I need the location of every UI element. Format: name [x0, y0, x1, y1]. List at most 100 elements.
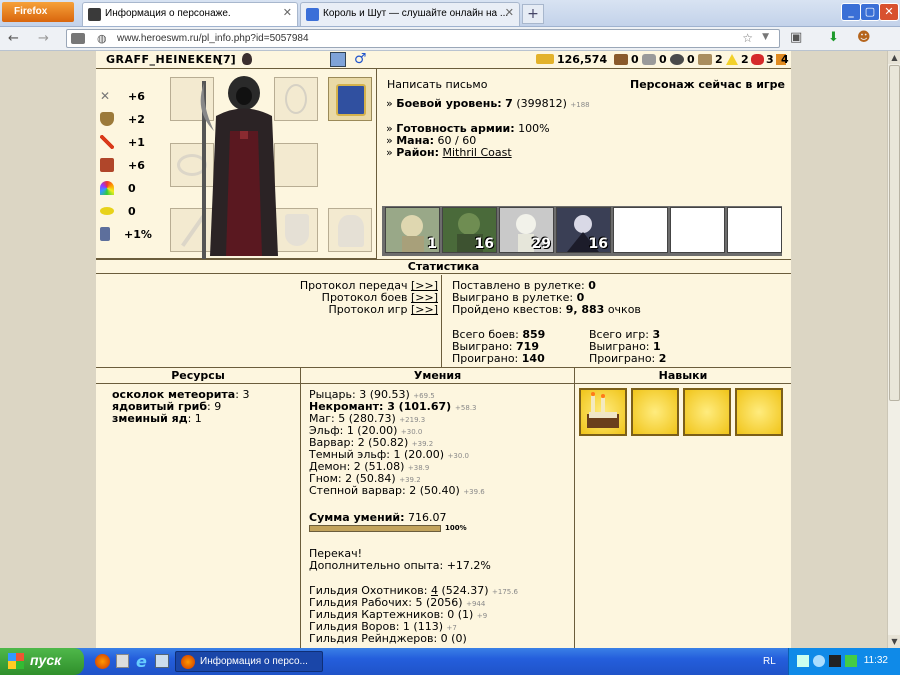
morale-stat: 0 [100, 204, 136, 222]
character-page: GRAFF_HEINEKEN [7] ♂ 126,574 0 0 0 2 2 3… [96, 51, 791, 651]
mount-slot[interactable] [328, 208, 372, 252]
wood-icon [614, 54, 628, 65]
gold-amount: 126,574 [557, 53, 608, 66]
windows-taskbar: пуск e Информация о персо... RL 11:32 [0, 648, 900, 675]
url-dropdown-icon[interactable]: ▼ [762, 32, 769, 42]
abilities-header: Навыки [575, 369, 791, 384]
character-avatar[interactable] [196, 71, 291, 261]
quests-completed: Пройдено квестов: 9, 883 очков [452, 303, 641, 316]
knowledge-icon [100, 158, 114, 172]
download-icon[interactable]: ⬇ [828, 30, 839, 45]
scroll-up-icon[interactable]: ▲ [888, 51, 900, 64]
site-favicon-icon [88, 8, 101, 21]
network-icon[interactable] [797, 655, 809, 667]
close-tab-icon[interactable]: ✕ [505, 6, 514, 19]
bookmarks-menu-icon[interactable]: ▣ [790, 30, 802, 45]
tab-character-info[interactable]: Информация о персонаже. ✕ [82, 2, 298, 26]
statistics-header: Статистика [96, 259, 791, 274]
windows-logo-icon [8, 653, 24, 669]
language-indicator[interactable]: RL [763, 656, 776, 667]
skills-sum: Сумма умений: 716.07 [309, 511, 447, 524]
site-identity-icon[interactable] [71, 33, 85, 44]
game-log-link[interactable]: [>>] [411, 303, 438, 316]
book-candle-icon [587, 392, 619, 428]
district-link[interactable]: Mithril Coast [442, 146, 511, 159]
morale-icon [100, 207, 114, 215]
scroll-thumb[interactable] [889, 65, 900, 401]
tray-app-icon[interactable] [829, 655, 841, 667]
battles-lost: Проиграно: 140 [452, 352, 545, 365]
knowledge-stat: +6 [100, 158, 145, 176]
ability-slot-3[interactable] [683, 388, 731, 436]
book-slot[interactable] [328, 77, 372, 121]
quicklaunch-app-icon[interactable] [116, 654, 129, 668]
address-bar[interactable]: ◍ www.heroeswm.ru/pl_info.php?id=5057984… [66, 29, 780, 48]
luck-stat: 0 [100, 181, 136, 199]
army-unit-skeleton[interactable]: 29 [499, 207, 554, 253]
ability-slot-1[interactable] [579, 388, 627, 436]
maximize-button[interactable]: ▢ [860, 3, 880, 21]
tray-app-icon[interactable] [845, 655, 857, 667]
close-tab-icon[interactable]: ✕ [283, 6, 292, 19]
ore-icon [642, 54, 656, 65]
system-tray: 11:32 [788, 648, 900, 675]
skills-header: Умения [301, 369, 574, 384]
browser-tabbar: Firefox Информация о персонаже. ✕ Король… [0, 0, 900, 27]
gems-amount: 3 [766, 53, 774, 66]
army-slot-empty[interactable] [613, 207, 668, 253]
battle-level-line: » Боевой уровень: 7 (399812) +188 [386, 97, 590, 110]
spellpower-stat: +1 [100, 135, 145, 153]
back-icon[interactable]: ← [8, 31, 19, 46]
bookmark-star-icon[interactable]: ☆ [742, 31, 753, 45]
section-divider [96, 367, 791, 368]
start-button[interactable]: пуск [0, 648, 84, 675]
skills-progress-fill [310, 526, 440, 531]
crystal-icon [726, 54, 738, 65]
defense-stat: +2 [100, 112, 145, 130]
music-favicon-icon [306, 8, 319, 21]
online-status: Персонаж сейчас в игре [630, 78, 786, 91]
tab-music[interactable]: Король и Шут — слушайте онлайн на ... ✕ [300, 2, 520, 26]
firefox-menu-button[interactable]: Firefox [2, 2, 74, 22]
desktop-quicklaunch-icon[interactable] [155, 654, 169, 668]
army-slot-empty[interactable] [670, 207, 725, 253]
new-tab-button[interactable]: + [522, 4, 544, 24]
scroll-down-icon[interactable]: ▼ [888, 635, 900, 648]
clock[interactable]: 11:32 [864, 655, 888, 666]
taskbar-firefox-window[interactable]: Информация о персо... [175, 651, 323, 672]
mercury-amount: 0 [687, 53, 695, 66]
male-gender-icon: ♂ [354, 51, 367, 67]
ability-slot-2[interactable] [631, 388, 679, 436]
attack-stat: ✕ +6 [100, 89, 145, 103]
firefox-quicklaunch-icon[interactable] [95, 654, 110, 669]
mail-icon[interactable] [330, 52, 346, 67]
write-letter-link[interactable]: Написать письмо [387, 78, 487, 91]
army-unit-vampire[interactable]: 16 [556, 207, 611, 253]
spellbook-icon [336, 84, 366, 116]
tray-app-icon[interactable] [813, 655, 825, 667]
vertical-scrollbar[interactable]: ▲ ▼ [887, 51, 900, 648]
army-slot-empty[interactable] [727, 207, 782, 253]
guild-rangers: Гильдия Рейнджеров: 0 (0) [309, 632, 467, 645]
addon-icon[interactable]: ☻ [857, 30, 871, 45]
extra-exp: Дополнительно опыта: +17.2% [309, 559, 491, 572]
column-divider [300, 367, 301, 651]
navigation-bar: ← → ◍ www.heroeswm.ru/pl_info.php?id=505… [0, 27, 900, 51]
attack-icon: ✕ [100, 89, 111, 103]
initiative-icon [100, 227, 110, 241]
character-name[interactable]: GRAFF_HEINEKEN [106, 53, 222, 66]
district-line: » Район: Mithril Coast [386, 146, 512, 159]
sulfur-icon [698, 54, 712, 65]
crystal-amount: 2 [741, 53, 749, 66]
ability-slot-4[interactable] [735, 388, 783, 436]
url-text[interactable]: www.heroeswm.ru/pl_info.php?id=5057984 [117, 33, 309, 44]
army-unit-skeleton-archer[interactable]: 1 [385, 207, 440, 253]
luck-icon [100, 181, 114, 195]
ie-quicklaunch-icon[interactable]: e [136, 652, 147, 671]
army-unit-zombie[interactable]: 16 [442, 207, 497, 253]
close-window-button[interactable]: ✕ [879, 3, 899, 21]
gold-icon [536, 54, 554, 64]
minimize-button[interactable]: _ [841, 3, 861, 21]
mercury-icon [670, 54, 684, 65]
forward-icon[interactable]: → [38, 31, 49, 46]
